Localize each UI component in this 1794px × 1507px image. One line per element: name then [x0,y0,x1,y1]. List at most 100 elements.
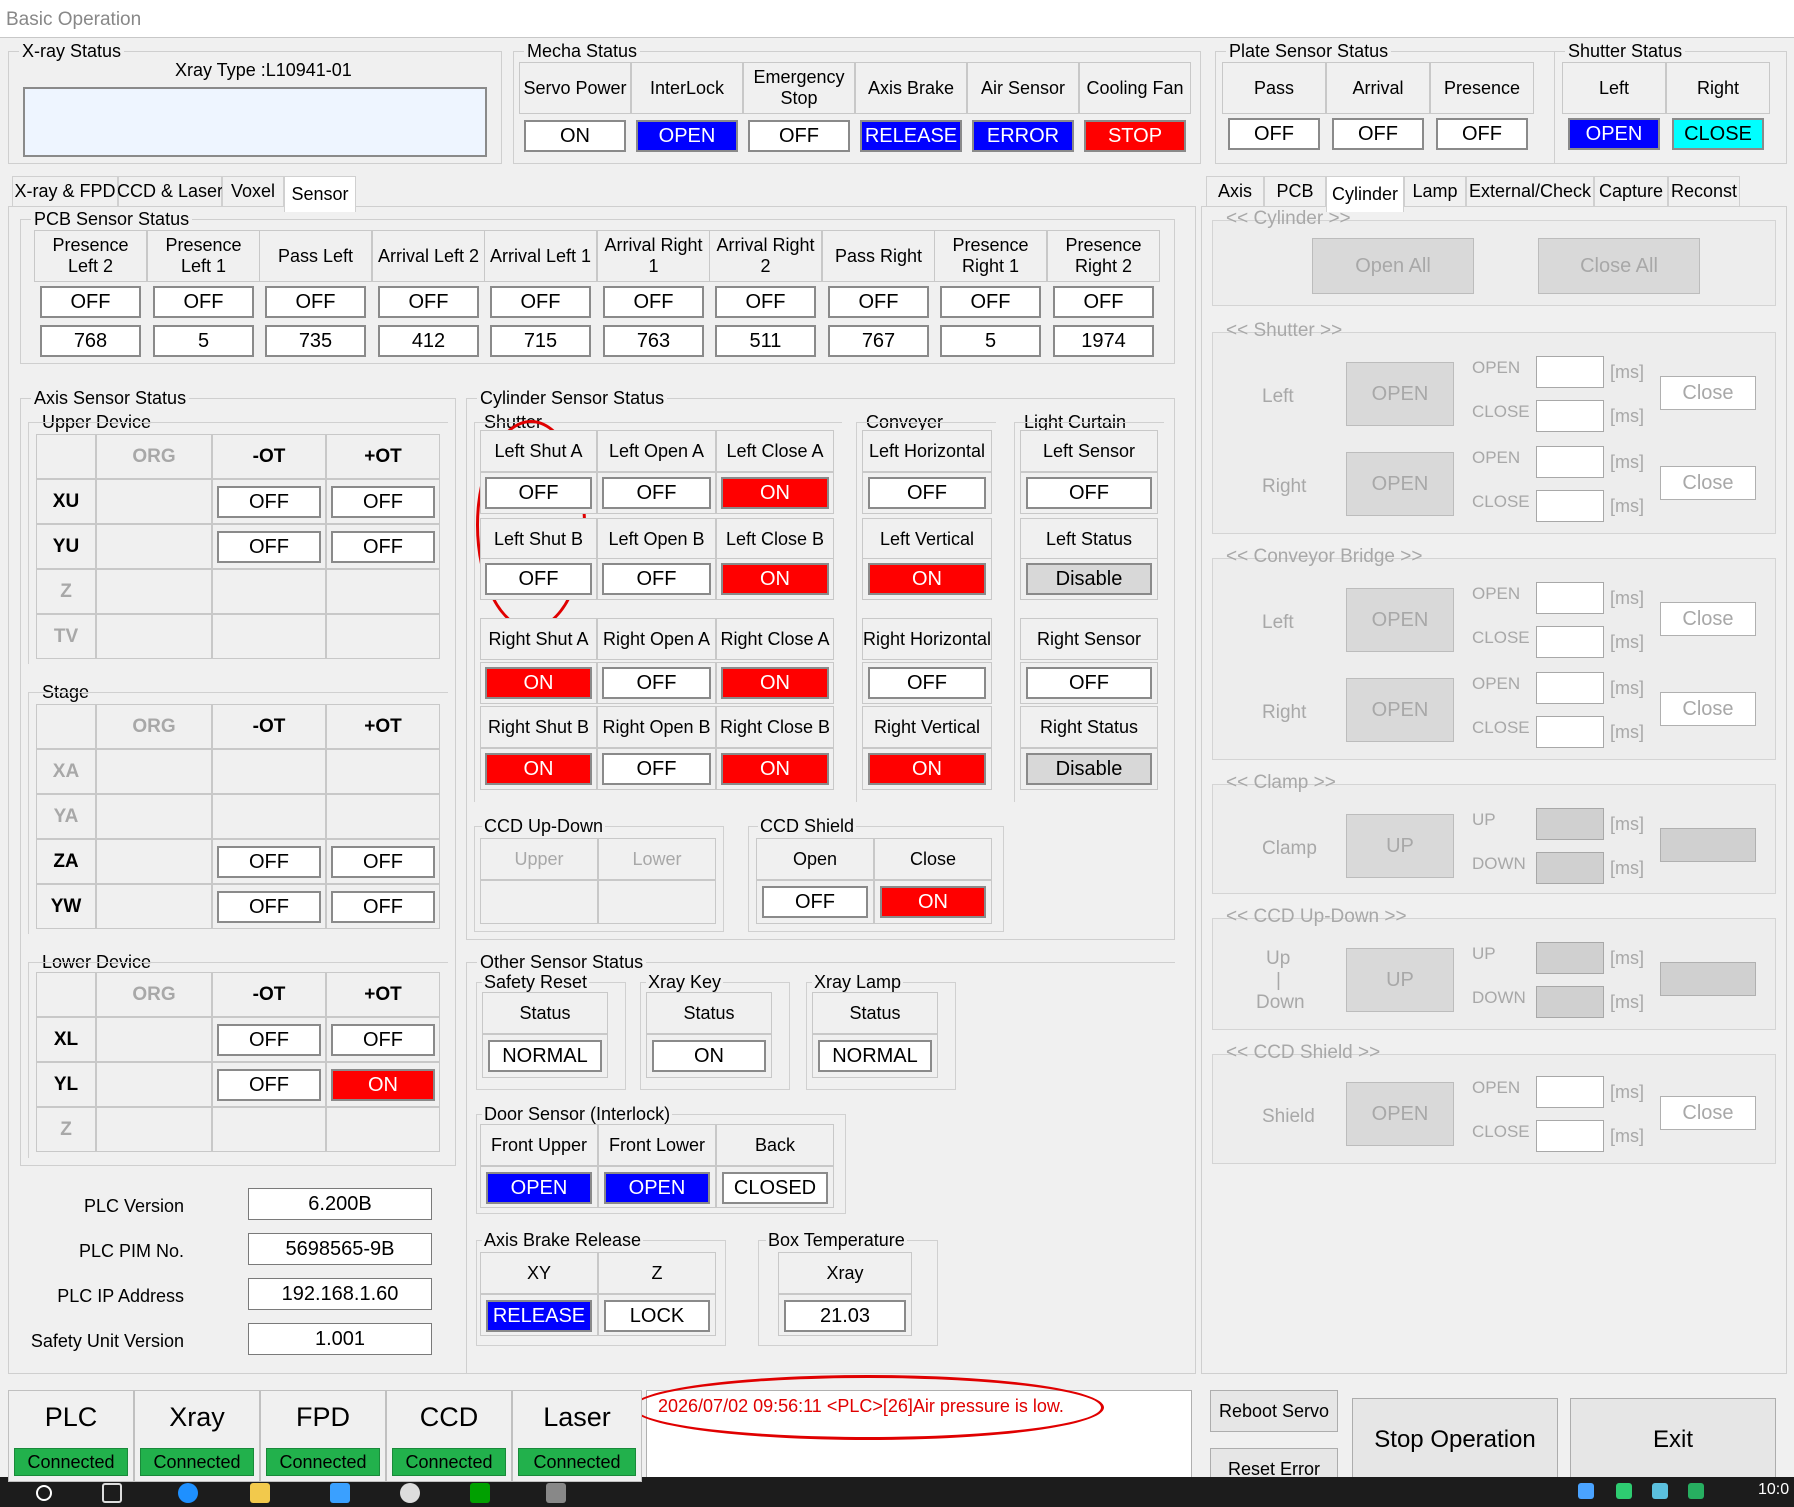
tab-cylinder[interactable]: Cylinder [1326,176,1404,212]
exit-button[interactable]: Exit [1570,1398,1776,1482]
tab-x-ray-fpd[interactable]: X-ray & FPD [12,176,118,206]
status-name-ccd: CCD [419,1402,479,1432]
rp-ccdud-in2[interactable] [1536,986,1604,1018]
rp-ccdud-button[interactable]: UP [1346,948,1454,1012]
rp-close-all-button[interactable]: Close All [1538,238,1700,294]
rp-conveyor-left-button[interactable]: OPEN [1346,588,1454,652]
rp-clamp-button[interactable]: UP [1346,814,1454,878]
axis-stage-col-1: -OT [212,704,326,749]
rp-shutter-right-l1: OPEN [1472,448,1521,467]
tray-check-icon[interactable] [1688,1483,1704,1499]
status-value-laser: Connected [518,1448,636,1476]
edge-browser-icon[interactable] [178,1483,198,1503]
rp-ccdsh-ms1: [ms] [1610,1082,1644,1102]
rp-conveyor-right-label: Right [1262,702,1307,723]
status-name-laser: Laser [543,1402,611,1432]
rp-clamp-in2[interactable] [1536,852,1604,884]
tab-voxel[interactable]: Voxel [222,176,284,206]
rp-shutter-right-in2[interactable] [1536,490,1604,522]
axis-upper-tv-org [96,614,212,659]
terminal-app-icon[interactable] [470,1483,490,1503]
pcb-sensor-label: PCB Sensor Status [31,208,193,230]
cyl-conveyer-v-1: OFF [868,477,986,509]
rp-ccdsh-in2[interactable] [1536,1120,1604,1152]
status-value-xray: Connected [140,1448,254,1476]
rp-ccdud-sep: | [1276,970,1281,991]
rp-ccdsh-close-button[interactable]: Close [1660,1096,1756,1130]
shutter-status-value-0: OPEN [1568,118,1660,150]
tray-volume-icon[interactable] [1652,1483,1668,1499]
rp-ccdsh-in1[interactable] [1536,1076,1604,1108]
tab-axis[interactable]: Axis [1206,176,1264,206]
pcb-count-4: 715 [490,325,591,357]
file-explorer-icon[interactable] [250,1483,270,1503]
cyl-light-h-4: Right Sensor [1020,618,1158,660]
rp-clamp-in1[interactable] [1536,808,1604,840]
axis-stage-za-plus-ot: OFF [331,846,435,878]
rp-shutter-left-button[interactable]: OPEN [1346,362,1454,426]
rp-shutter-left-in2[interactable] [1536,400,1604,432]
cyl-shutter-h-2-0: Left Shut B [480,518,597,560]
rp-conveyor-left-ms2: [ms] [1610,632,1644,652]
axis-stage-za-minus-ot: OFF [217,846,321,878]
tab-reconst[interactable]: Reconst [1668,176,1740,206]
pcb-header-0: Presence Left 2 [34,230,147,282]
cyl-light-h-2: Left Status [1020,518,1158,560]
cyl-shutter-v-1-2: ON [721,477,829,509]
cyl-light-v-3: Disable [1026,563,1152,595]
app-window-icon[interactable] [546,1483,566,1503]
tab-lamp[interactable]: Lamp [1404,176,1466,206]
cyl-shutter-v-1-1: OFF [602,477,711,509]
rp-conveyor-left-close-button[interactable]: Close [1660,602,1756,636]
rp-conveyor-right-in2[interactable] [1536,716,1604,748]
pcb-count-3: 412 [378,325,479,357]
rp-shutter-right-in1[interactable] [1536,446,1604,478]
rp-ccdsh-l1: OPEN [1472,1078,1521,1097]
rp-clamp-close-button[interactable] [1660,828,1756,862]
rp-conveyor-left-in2[interactable] [1536,626,1604,658]
rp-open-all-button[interactable]: Open All [1312,238,1474,294]
rp-conveyor-left-in1[interactable] [1536,582,1604,614]
cyl-light-h-0: Left Sensor [1020,430,1158,472]
tab-capture[interactable]: Capture [1594,176,1668,206]
cyl-shutter-h-2-1: Left Open B [597,518,716,560]
search-icon[interactable] [36,1485,52,1501]
chrome-icon[interactable] [400,1483,420,1503]
axis-stage-row-yw: YW [36,884,96,929]
rp-shutter-right-button[interactable]: OPEN [1346,452,1454,516]
rp-shutter-right-ms2: [ms] [1610,496,1644,516]
tab-ccd-laser[interactable]: CCD & Laser [117,176,223,206]
cyl-shutter-v-3-0: OFF [485,563,592,595]
plate-header-1: Arrival [1326,62,1430,114]
rp-shutter-right-close-button[interactable]: Close [1660,466,1756,500]
rp-ccdud-in1[interactable] [1536,942,1604,974]
media-app-icon[interactable] [330,1483,350,1503]
tab-sensor[interactable]: Sensor [284,176,356,212]
rp-ccdsh-button[interactable]: OPEN [1346,1082,1454,1146]
rp-conveyor-right-in1[interactable] [1536,672,1604,704]
tray-app-icon[interactable] [1616,1483,1632,1499]
pcb-header-7: Pass Right [822,230,935,282]
rp-shutter-left-in1[interactable] [1536,356,1604,388]
task-view-icon[interactable] [102,1483,122,1503]
tab-external-check[interactable]: External/Check [1466,176,1594,206]
plc-value-1: 5698565-9B [248,1233,432,1265]
ccd-shield-value-0: OFF [762,886,868,918]
tab-pcb[interactable]: PCB [1264,176,1326,206]
rp-shutter-left-close-button[interactable]: Close [1660,376,1756,410]
rp-clamp-label: Clamp [1262,838,1317,859]
axis-upper-tv-pot-cell [326,614,440,659]
plate-value-0: OFF [1228,118,1320,150]
stop-operation-button[interactable]: Stop Operation [1352,1398,1558,1482]
shutter-status-header-0: Left [1562,62,1666,114]
ccd-updown-cell-1 [598,880,716,924]
rp-shutter-label: << Shutter >> [1226,320,1343,341]
rp-ccdud-close-button[interactable] [1660,962,1756,996]
plc-value-3: 1.001 [248,1323,432,1355]
rp-conveyor-right-close-button[interactable]: Close [1660,692,1756,726]
reboot-servo-button[interactable]: Reboot Servo [1210,1390,1338,1432]
rp-conveyor-right-button[interactable]: OPEN [1346,678,1454,742]
cyl-shutter-h-0-0: Left Shut A [480,430,597,472]
tray-network-icon[interactable] [1578,1483,1594,1499]
plate-value-2: OFF [1436,118,1528,150]
